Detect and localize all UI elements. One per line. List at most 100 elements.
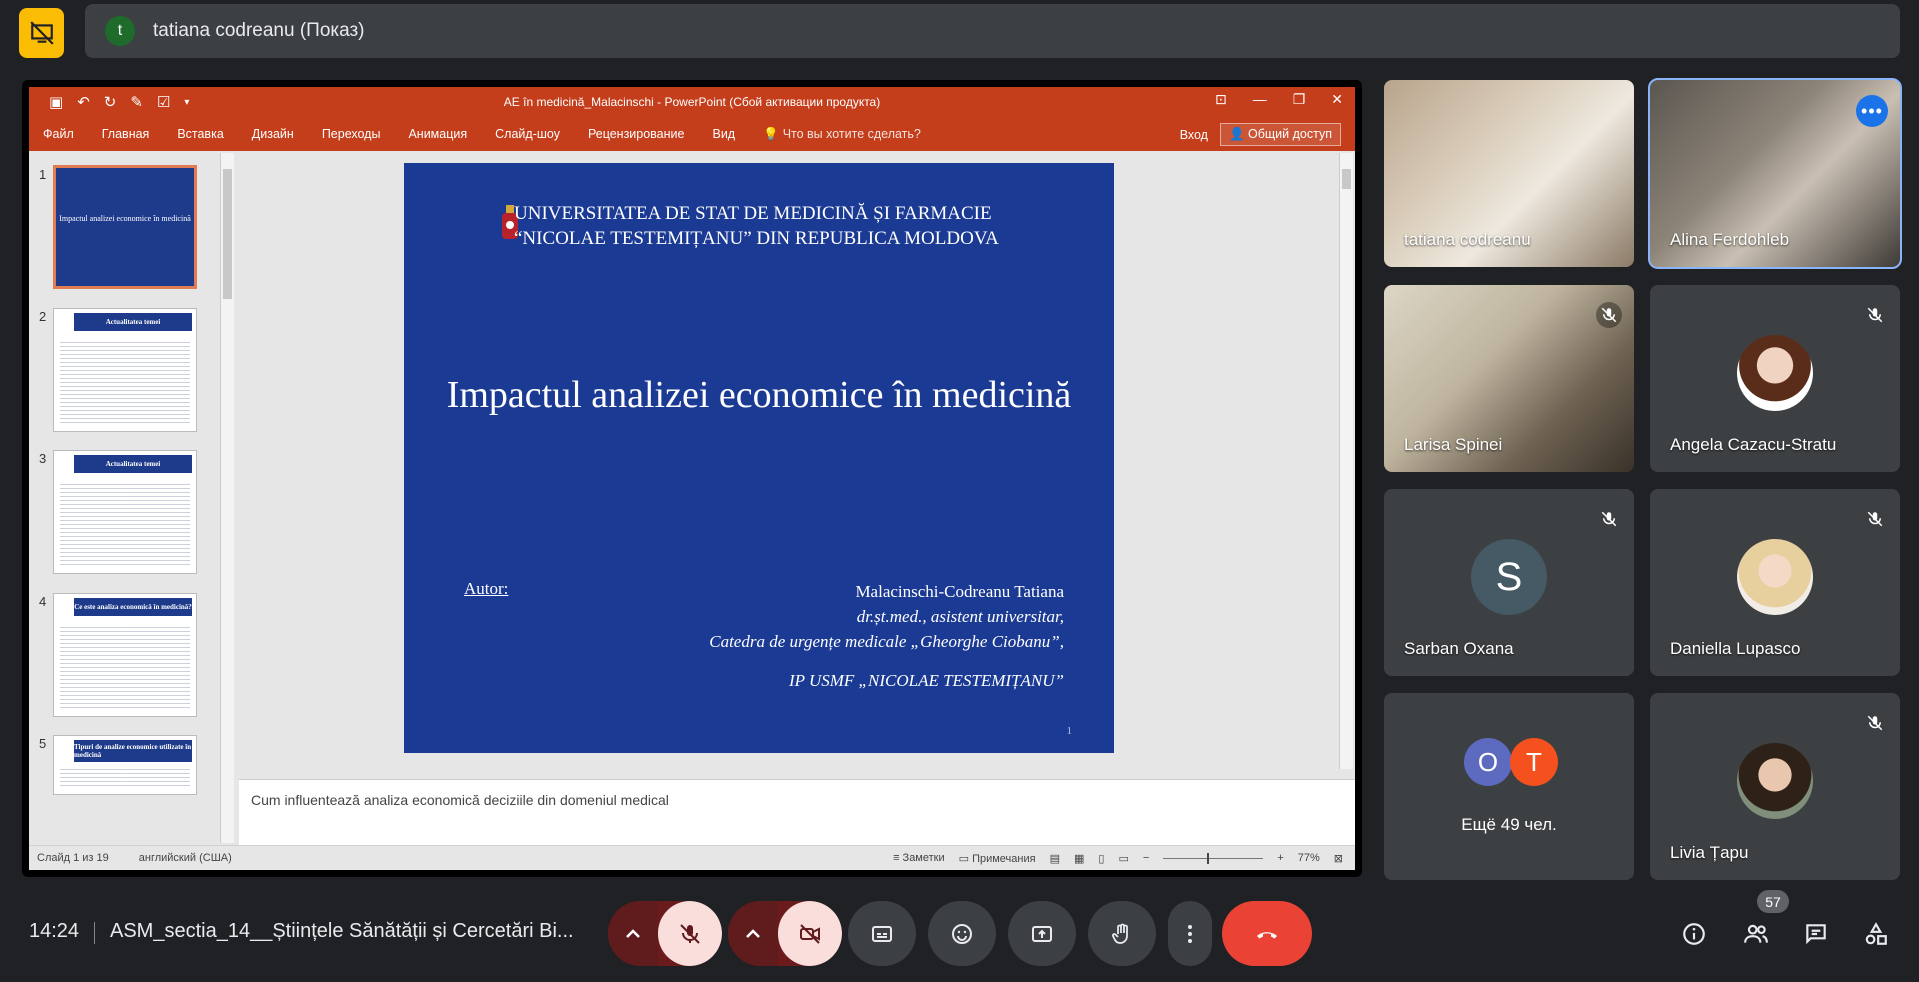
- zoom-level[interactable]: 77%: [1298, 852, 1320, 864]
- audio-options-button[interactable]: [608, 901, 658, 966]
- undo-icon[interactable]: ↶: [77, 93, 90, 111]
- people-button[interactable]: [1740, 918, 1772, 950]
- thumb-number: 4: [39, 594, 47, 609]
- participant-tile[interactable]: Livia Țapu: [1650, 693, 1900, 880]
- notes-toggle[interactable]: ≡ Заметки: [893, 852, 945, 864]
- maximize-icon[interactable]: ❐: [1293, 91, 1306, 108]
- participant-tile[interactable]: Larisa Spinei: [1384, 285, 1634, 472]
- divider: [94, 922, 95, 944]
- avatar: S: [1471, 539, 1547, 615]
- more-options-icon[interactable]: •••: [1856, 95, 1888, 127]
- fit-slide-icon[interactable]: ⊠: [1334, 852, 1343, 865]
- participant-tile-active[interactable]: ••• Alina Ferdohleb: [1648, 78, 1902, 269]
- thumbnails-scrollbar[interactable]: [220, 153, 234, 843]
- slideshow-view-icon[interactable]: ▭: [1118, 852, 1128, 865]
- mic-off-icon: [1862, 302, 1888, 328]
- stop-presenting-button[interactable]: [19, 8, 64, 58]
- signin-link[interactable]: Вход: [1180, 128, 1208, 142]
- chat-icon: [1806, 924, 1826, 945]
- captions-icon: [872, 925, 892, 942]
- participant-tile[interactable]: Angela Cazacu-Stratu: [1650, 285, 1900, 472]
- author-name: Malacinschi-Codreanu Tatiana: [855, 582, 1064, 601]
- tab-file[interactable]: Файл: [43, 127, 74, 141]
- share-label: Общий доступ: [1248, 127, 1332, 141]
- reactions-button[interactable]: [928, 901, 996, 966]
- chat-button[interactable]: [1800, 918, 1832, 950]
- normal-view-icon[interactable]: ▤: [1050, 852, 1060, 865]
- more-options-button[interactable]: [1168, 901, 1212, 966]
- participant-tile[interactable]: tatiana codreanu: [1384, 80, 1634, 267]
- thumb-number: 3: [39, 451, 47, 466]
- touch-mode-icon[interactable]: ☑: [157, 93, 170, 111]
- captions-button[interactable]: [848, 901, 916, 966]
- videocam-off-icon: [800, 923, 820, 944]
- slide-sorter-icon[interactable]: ▦: [1074, 852, 1084, 865]
- avatar: O: [1464, 738, 1512, 786]
- camera-button[interactable]: [778, 901, 842, 966]
- slide-thumbnail-1[interactable]: Impactul analizei economice în medicină: [53, 165, 197, 289]
- close-icon[interactable]: ✕: [1331, 91, 1343, 108]
- people-icon: [1744, 924, 1768, 943]
- author-institution: IP USMF „NICOLAE TESTEMIȚANU”: [788, 671, 1064, 690]
- activities-button[interactable]: [1860, 918, 1892, 950]
- notes-pane[interactable]: Cum influentează analiza economică deciz…: [239, 779, 1355, 845]
- chevron-up-icon: [746, 928, 760, 938]
- video-options-button[interactable]: [728, 901, 778, 966]
- language-indicator[interactable]: английский (США): [139, 852, 232, 864]
- author-block: Malacinschi-Codreanu Tatiana dr.șt.med.,…: [709, 579, 1064, 693]
- participant-name: tatiana codreanu: [1404, 230, 1531, 249]
- tab-slideshow[interactable]: Слайд-шоу: [495, 127, 560, 141]
- zoom-slider[interactable]: [1163, 852, 1264, 864]
- meeting-details-button[interactable]: [1678, 918, 1710, 950]
- reading-view-icon[interactable]: ▯: [1098, 852, 1104, 865]
- ppt-ribbon-tabs: Файл Главная Вставка Дизайн Переходы Ани…: [29, 117, 1355, 151]
- comments-toggle[interactable]: ▭ Примечания: [959, 852, 1036, 865]
- slide-thumbnail-4[interactable]: Ce este analiza economică în medicină?: [53, 593, 197, 717]
- raise-hand-button[interactable]: [1088, 901, 1156, 966]
- current-slide[interactable]: UNIVERSITATEA DE STAT DE MEDICINĂ ȘI FAR…: [404, 163, 1114, 753]
- microphone-button[interactable]: [658, 901, 722, 966]
- notes-label: Заметки: [902, 852, 945, 864]
- microphone-control: [608, 901, 722, 966]
- zoom-in-icon[interactable]: +: [1277, 852, 1283, 864]
- tab-insert[interactable]: Вставка: [177, 127, 223, 141]
- slide-thumbnail-5[interactable]: Tipuri de analize economice utilizate în…: [53, 735, 197, 795]
- format-painter-icon[interactable]: ✎: [130, 93, 143, 111]
- tab-home[interactable]: Главная: [102, 127, 150, 141]
- hand-icon: [1112, 923, 1128, 944]
- tab-review[interactable]: Рецензирование: [588, 127, 685, 141]
- scrollbar-thumb[interactable]: [223, 169, 232, 299]
- university-line-1: UNIVERSITATEA DE STAT DE MEDICINĂ ȘI FAR…: [514, 203, 992, 224]
- leave-call-button[interactable]: [1222, 901, 1312, 966]
- more-participants-tile[interactable]: O T Ещё 49 чел.: [1384, 693, 1634, 880]
- tell-me-input[interactable]: Что вы хотите сделать?: [783, 127, 921, 141]
- minimize-icon[interactable]: —: [1253, 91, 1267, 108]
- scrollbar-thumb[interactable]: [1342, 169, 1351, 189]
- tab-transitions[interactable]: Переходы: [322, 127, 381, 141]
- present-button[interactable]: [1008, 901, 1076, 966]
- comments-label: Примечания: [972, 852, 1036, 865]
- presenter-name: tatiana codreanu (Показ): [153, 20, 365, 41]
- slide-editor: UNIVERSITATEA DE STAT DE MEDICINĂ ȘI FAR…: [239, 151, 1337, 773]
- customize-toolbar-icon[interactable]: ▾: [184, 97, 189, 108]
- tab-view[interactable]: Вид: [712, 127, 735, 141]
- share-button[interactable]: 👤 Общий доступ: [1219, 123, 1341, 146]
- tab-design[interactable]: Дизайн: [252, 127, 294, 141]
- participant-tile[interactable]: Daniella Lupasco: [1650, 489, 1900, 676]
- slide-thumbnail-2[interactable]: Actualitatea temei: [53, 308, 197, 432]
- zoom-out-icon[interactable]: −: [1143, 852, 1149, 864]
- ribbon-display-icon[interactable]: ⊡: [1215, 91, 1227, 108]
- participant-tile[interactable]: S Sarban Oxana: [1384, 489, 1634, 676]
- thumb-text-lines: [60, 339, 190, 425]
- save-icon[interactable]: ▣: [49, 93, 63, 111]
- thumb-title: Actualitatea temei: [74, 455, 192, 473]
- ppt-titlebar: ▣ ↶ ↻ ✎ ☑ ▾ AE în medicină_Malacinschi -…: [29, 87, 1355, 117]
- slide-thumbnail-3[interactable]: Actualitatea temei: [53, 450, 197, 574]
- thumb-title: Ce este analiza economică în medicină?: [74, 598, 192, 616]
- redo-icon[interactable]: ↻: [104, 93, 117, 111]
- thumb-number: 5: [39, 736, 47, 751]
- editor-scrollbar[interactable]: [1339, 153, 1353, 769]
- tab-animations[interactable]: Анимация: [408, 127, 467, 141]
- avatar: [1737, 539, 1813, 615]
- meeting-title[interactable]: ASM_sectia_14__Științele Sănătății și Ce…: [110, 920, 590, 943]
